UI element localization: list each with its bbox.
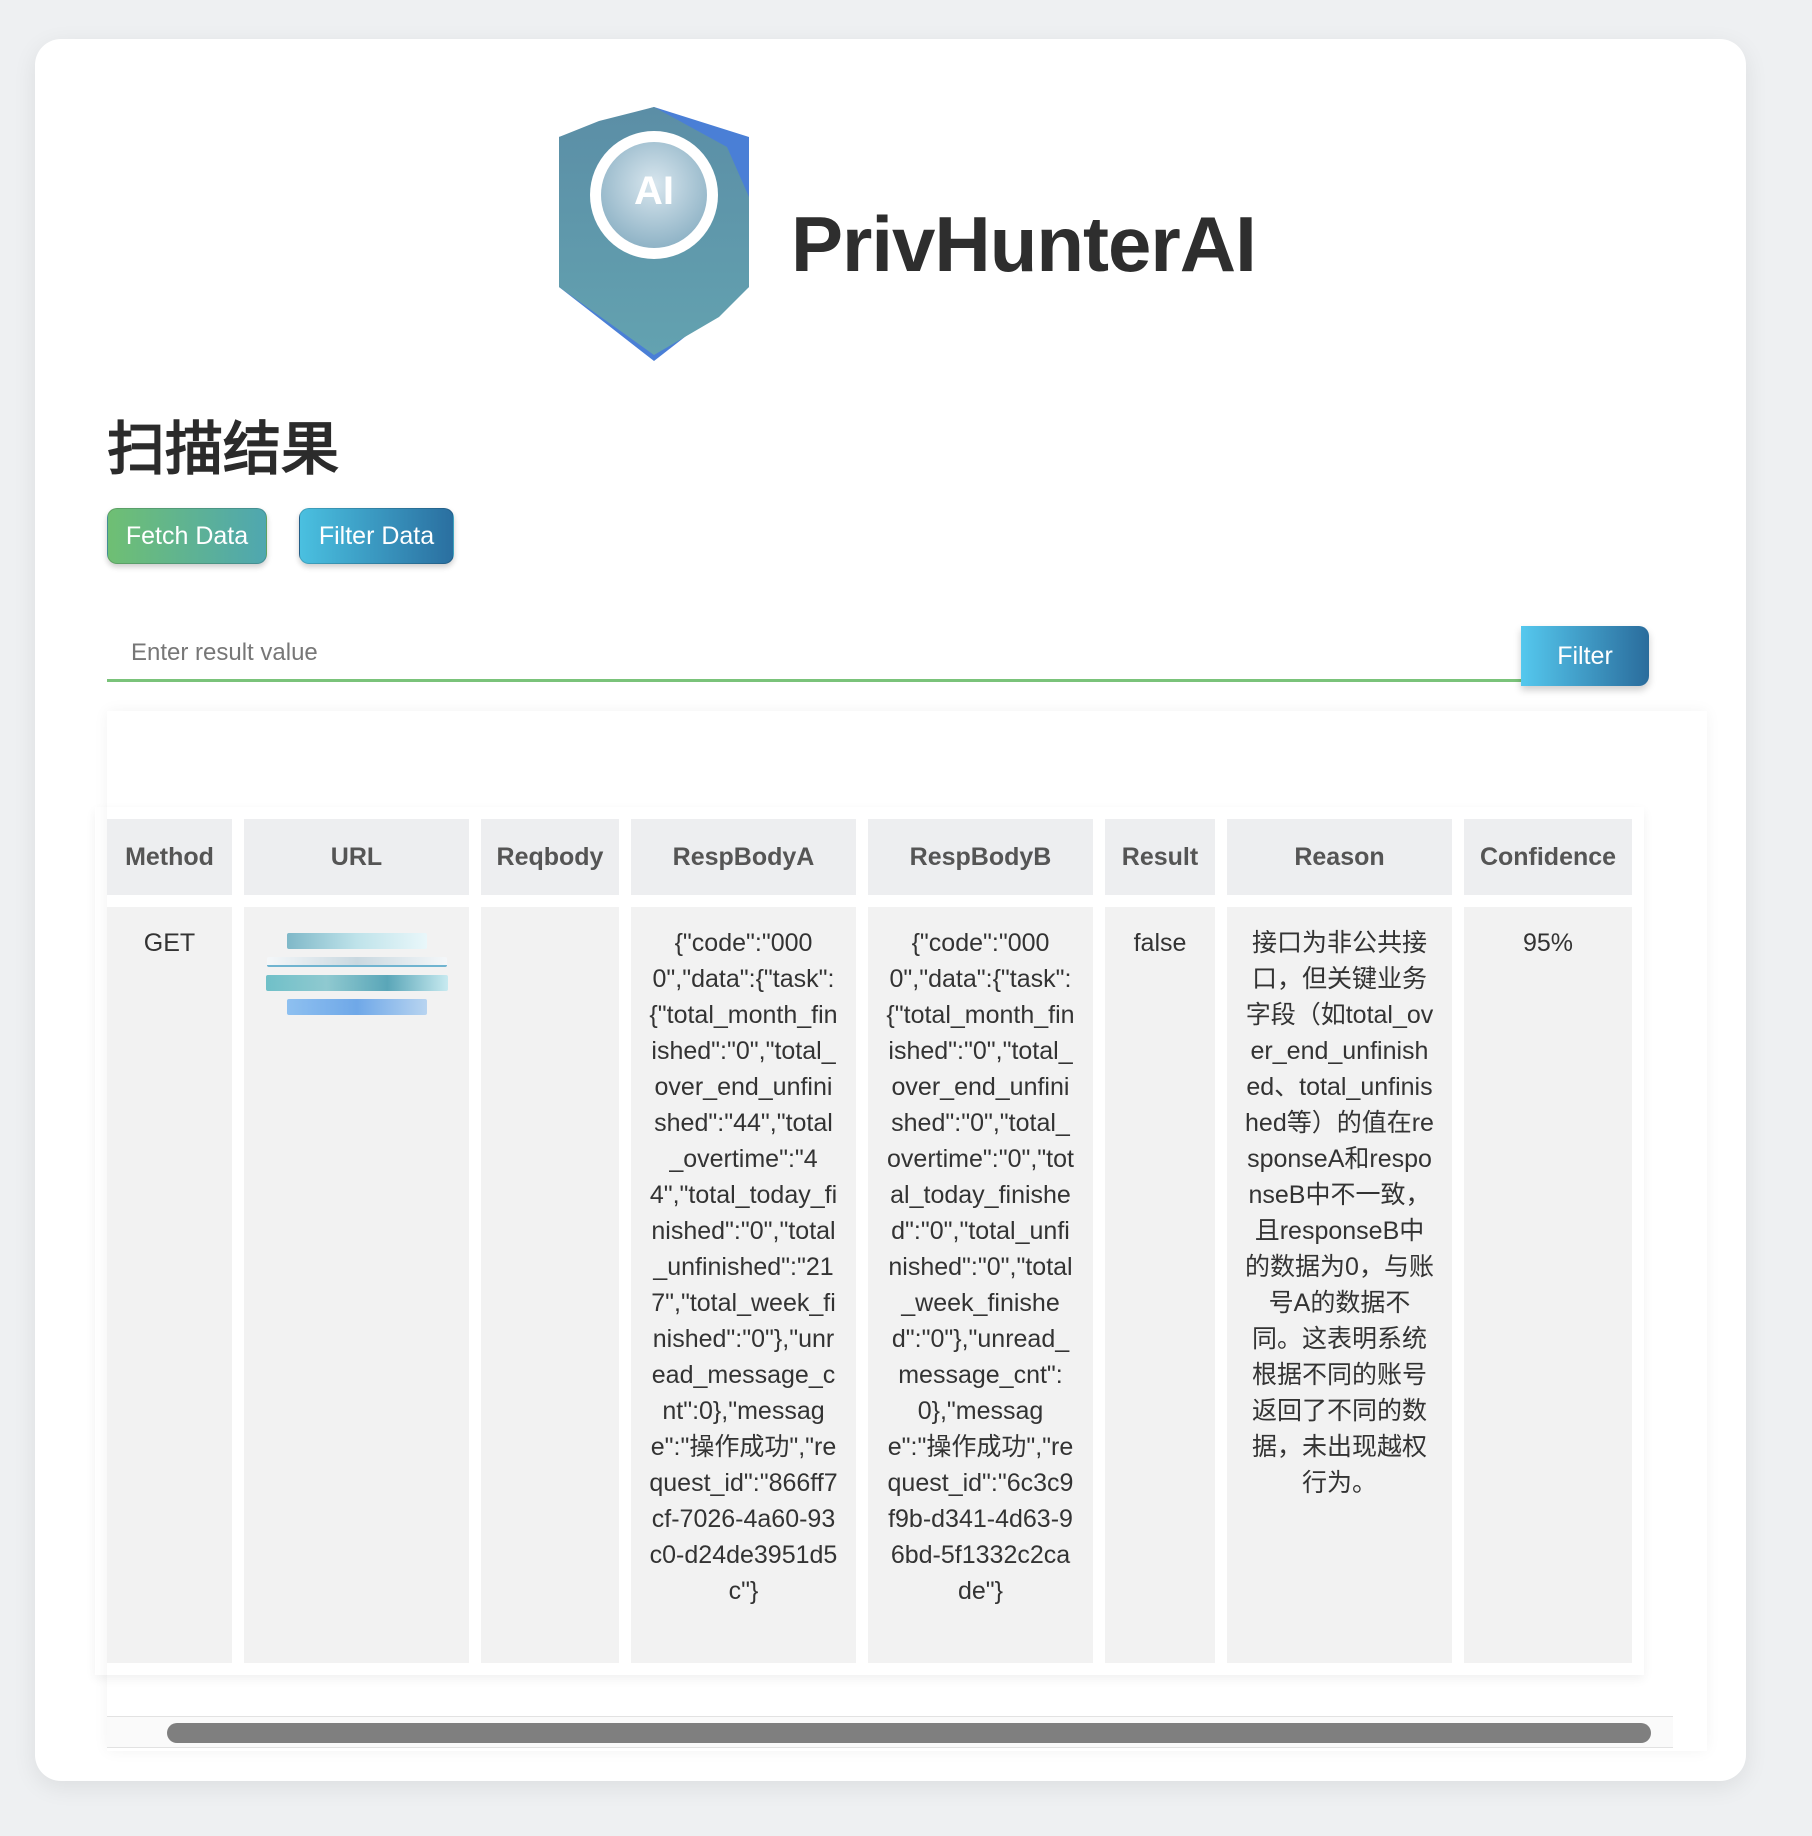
cell-result: false <box>1105 907 1215 1663</box>
brand-name: PrivHunterAI <box>791 200 1257 288</box>
redacted-url-block <box>266 957 447 967</box>
main-card: AI PrivHunterAI 扫描结果 Fetch Data Filter D… <box>35 39 1746 1781</box>
cell-respbodya: {"code":"0000","data":{"task":{"total_mo… <box>631 907 856 1663</box>
filter-data-button[interactable]: Filter Data <box>299 508 454 564</box>
redacted-url-block <box>286 933 427 949</box>
filter-button[interactable]: Filter <box>1521 626 1649 686</box>
cell-url[interactable] <box>244 907 469 1663</box>
column-header-result[interactable]: Result <box>1105 819 1215 895</box>
redacted-url-block <box>265 975 448 991</box>
cell-respbodyb: {"code":"0000","data":{"task":{"total_mo… <box>868 907 1093 1663</box>
cell-reason: 接口为非公共接口，但关键业务字段（如total_over_end_unfinis… <box>1227 907 1452 1663</box>
cell-reqbody <box>481 907 619 1663</box>
header: AI PrivHunterAI <box>559 107 1259 361</box>
horizontal-scrollbar[interactable] <box>107 1716 1673 1748</box>
results-table: Method URL Reqbody RespBodyA RespBodyB R… <box>95 807 1644 1675</box>
column-header-respbodya[interactable]: RespBodyA <box>631 819 856 895</box>
column-header-url[interactable]: URL <box>244 819 469 895</box>
shield-logo-icon <box>559 107 749 361</box>
fetch-data-button[interactable]: Fetch Data <box>107 508 267 564</box>
scrollbar-thumb[interactable] <box>167 1723 1651 1743</box>
column-header-respbodyb[interactable]: RespBodyB <box>868 819 1093 895</box>
cell-method: GET <box>107 907 232 1663</box>
table-header-row: Method URL Reqbody RespBodyA RespBodyB R… <box>107 819 1632 895</box>
page-title: 扫描结果 <box>107 415 340 483</box>
column-header-method[interactable]: Method <box>107 819 232 895</box>
column-header-reqbody[interactable]: Reqbody <box>481 819 619 895</box>
column-header-confidence[interactable]: Confidence <box>1464 819 1632 895</box>
table-row[interactable]: GET {"code":"0000","data":{"task":{"tota… <box>107 907 1632 1663</box>
result-filter-input[interactable] <box>107 626 1523 682</box>
results-panel: Method URL Reqbody RespBodyA RespBodyB R… <box>107 711 1707 1751</box>
column-header-reason[interactable]: Reason <box>1227 819 1452 895</box>
logo-text: AI <box>634 169 674 213</box>
cell-confidence: 95% <box>1464 907 1632 1663</box>
redacted-url-block <box>286 999 427 1015</box>
